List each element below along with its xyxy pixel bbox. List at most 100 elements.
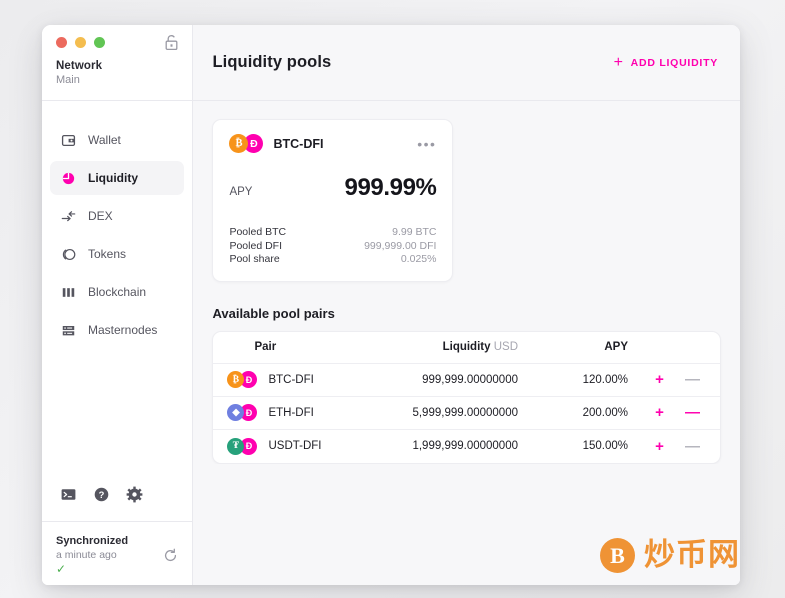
row-apy-value: 200.00% [582,406,628,419]
sidebar-item-label: DEX [88,209,113,223]
app-window: Network Main Wallet Liquidity DEX Tokens… [42,25,740,585]
column-header-apy: APY [604,341,628,353]
remove-liquidity-row-button[interactable]: — [685,405,700,420]
sync-title: Synchronized [56,535,129,547]
column-header-pair: Pair [254,341,277,353]
pool-card-apy-value: 999.99% [344,174,437,201]
row-pair-label: BTC-DFI [268,373,314,386]
sync-check-icon: ✓ [56,562,67,576]
gear-icon[interactable] [126,486,143,503]
sidebar: Network Main Wallet Liquidity DEX Tokens… [42,25,194,585]
sidebar-item-liquidity[interactable]: Liquidity [50,161,185,195]
sidebar-item-label: Masternodes [88,323,158,337]
stat-label: Pooled DFI [229,239,282,252]
row-apy-value: 150.00% [582,440,628,452]
dex-arrows-icon [60,208,77,225]
stat-value: 9.99 BTC [392,226,437,238]
blockchain-bars-icon [60,284,77,301]
pool-card-stats: Pooled BTC 9.99 BTC Pooled DFI 999,999.0… [229,226,436,267]
pool-card-pair: ₿ Ð BTC-DFI [229,134,323,153]
row-liquidity-value: 999,999.00000000 [422,373,518,386]
pool-pairs-table: Pair Liquidity USD APY ₿ Ð BTC-DFI 999,9… [212,330,721,464]
masternodes-server-icon [60,322,77,339]
sidebar-item-blockchain[interactable]: Blockchain [50,275,184,309]
coin-pair-icon: ◆ Ð [227,404,258,421]
sidebar-header: Network Main [42,25,193,101]
row-actions: + — [628,439,706,454]
page-title: Liquidity pools [212,53,332,71]
liquidity-pie-icon [60,170,77,187]
row-actions: + — [628,372,706,387]
column-header-liquidity: Liquidity USD [442,341,518,353]
minimize-button[interactable] [75,37,86,48]
column-header-liquidity-unit: USD [493,341,518,353]
help-circle-icon[interactable]: ? [93,486,110,503]
pool-card-apy-label: APY [229,186,253,198]
table-row[interactable]: ₮ Ð USDT-DFI 1,999,999.00000000 150.00% … [213,430,720,463]
add-liquidity-button[interactable]: + ADD LIQUIDITY [613,53,718,71]
sidebar-item-masternodes[interactable]: Masternodes [50,313,184,347]
plus-icon: + [613,53,624,71]
watermark-logo-icon: B [600,538,635,573]
row-pair-label: ETH-DFI [268,406,314,419]
row-pair-cell: ₿ Ð BTC-DFI [227,371,412,388]
usdt-coin-icon: ₮ [227,437,245,455]
network-value: Main [56,74,80,86]
more-horizontal-icon[interactable]: ••• [417,137,436,151]
btc-coin-icon: ₿ [229,134,249,153]
pool-card-stat: Pooled DFI 999,999.00 DFI [229,240,436,254]
stat-value: 0.025% [400,253,437,265]
sidebar-item-dex[interactable]: DEX [50,199,184,233]
svg-text:?: ? [99,489,105,500]
row-liquidity-value: 1,999,999.00000000 [412,440,518,452]
stat-label: Pooled BTC [229,226,287,238]
watermark-text: 炒币网 [644,537,740,573]
close-button[interactable] [56,37,67,48]
pool-card-header: ₿ Ð BTC-DFI ••• [229,134,436,153]
page-header: Liquidity pools + ADD LIQUIDITY [193,25,740,101]
sync-status: Synchronized a minute ago ✓ [42,521,193,585]
pool-card-stat: Pool share 0.025% [229,253,436,267]
sidebar-item-label: Blockchain [88,285,147,299]
content-area: ₿ Ð BTC-DFI ••• APY 999.99% Pooled BTC 9… [193,101,740,464]
unlocked-padlock-icon[interactable] [164,34,179,51]
pool-card-btc-dfi[interactable]: ₿ Ð BTC-DFI ••• APY 999.99% Pooled BTC 9… [212,119,454,282]
screenshot-root: Network Main Wallet Liquidity DEX Tokens… [0,0,785,598]
table-row[interactable]: ◆ Ð ETH-DFI 5,999,999.00000000 200.00% +… [213,397,720,430]
sync-time: a minute ago [56,549,117,561]
remove-liquidity-row-button[interactable]: — [685,372,700,387]
sidebar-item-wallet[interactable]: Wallet [50,123,184,157]
table-header-row: Pair Liquidity USD APY [213,332,720,364]
row-pair-cell: ◆ Ð ETH-DFI [227,404,412,421]
zoom-button[interactable] [94,37,105,48]
tokens-icon [60,246,77,263]
sidebar-nav: Wallet Liquidity DEX Tokens Blockchain M… [42,101,192,486]
sidebar-item-label: Wallet [88,133,121,147]
row-apy-value: 120.00% [582,373,628,386]
stat-value: 999,999.00 DFI [364,239,437,252]
network-label: Network [56,60,103,72]
table-row[interactable]: ₿ Ð BTC-DFI 999,999.00000000 120.00% + — [213,364,720,397]
stat-label: Pool share [229,253,280,265]
add-liquidity-row-button[interactable]: + [652,439,667,454]
add-liquidity-row-button[interactable]: + [652,372,667,387]
pool-card-stat: Pooled BTC 9.99 BTC [229,226,436,240]
main-content: Liquidity pools + ADD LIQUIDITY ₿ Ð BTC-… [193,25,740,585]
sidebar-item-label: Liquidity [88,171,138,185]
window-controls[interactable] [56,37,178,48]
coin-pair-icon: ₿ Ð [227,371,258,388]
wallet-icon [60,132,77,149]
sidebar-item-tokens[interactable]: Tokens [50,237,184,271]
coin-pair-icon: ₿ Ð [229,134,264,153]
pool-card-pair-label: BTC-DFI [273,136,324,151]
terminal-icon[interactable] [60,486,77,503]
sidebar-tools: ? [42,486,192,521]
section-title-available-pools: Available pool pairs [212,305,335,321]
refresh-icon[interactable] [163,548,178,563]
row-liquidity-value: 5,999,999.00000000 [412,406,518,419]
remove-liquidity-row-button[interactable]: — [685,439,700,454]
add-liquidity-row-button[interactable]: + [652,405,667,420]
sidebar-item-label: Tokens [88,247,127,261]
row-actions: + — [628,405,706,420]
watermark: B 炒币网 [600,538,740,573]
